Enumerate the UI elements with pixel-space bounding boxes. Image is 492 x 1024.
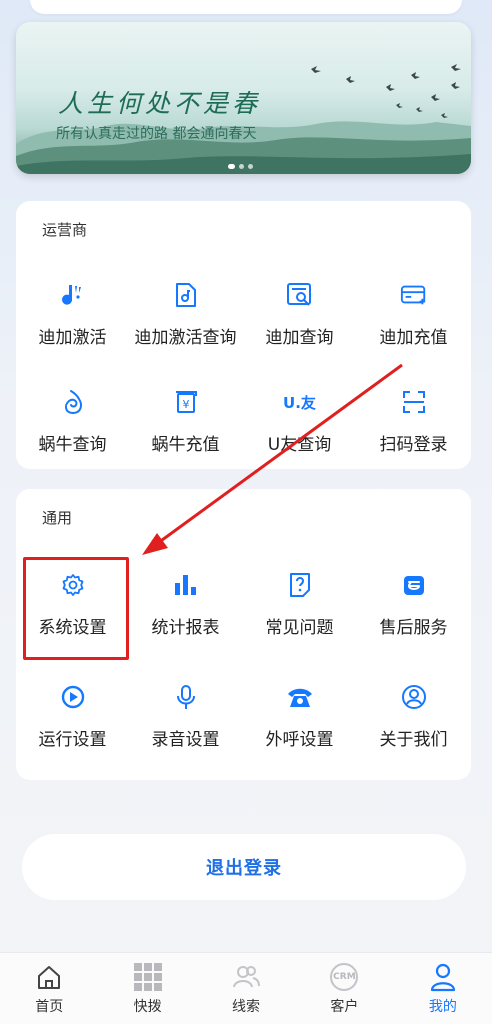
- search-doc-icon: [286, 281, 314, 309]
- grid-item-activation-query[interactable]: 迪加激活查询: [129, 281, 242, 348]
- card-recharge-icon: [400, 281, 428, 309]
- grid-label: 售后服务: [379, 618, 448, 638]
- grid-label: 迪加激活查询: [134, 328, 237, 348]
- grid-item-snail-query[interactable]: 蜗牛查询: [16, 388, 129, 455]
- tab-label: 快拨: [133, 999, 162, 1015]
- grid-label: 关于我们: [379, 730, 448, 750]
- carousel-dot: [239, 164, 244, 169]
- banner-carousel[interactable]: 人生何处不是春 所有认真走过的路 都会通向春天: [16, 22, 471, 174]
- dijia-activate-icon: [59, 281, 87, 309]
- bottom-tab-bar: 首页 快拨 线索 CRM 客户 我的: [0, 952, 492, 1024]
- play-circle-icon: [59, 683, 87, 711]
- banner-subtitle: 所有认真走过的路 都会通向春天: [56, 126, 257, 142]
- tab-mine[interactable]: 我的: [394, 953, 492, 1024]
- tab-label: 首页: [35, 999, 64, 1015]
- grid-item-dijia-activate[interactable]: 迪加激活: [16, 281, 129, 348]
- tab-home[interactable]: 首页: [0, 953, 98, 1024]
- uyou-logo-text: U.友: [283, 393, 316, 412]
- tab-customers[interactable]: CRM 客户: [295, 953, 393, 1024]
- grid-item-scan-login[interactable]: 扫码登录: [357, 388, 470, 455]
- grid-label: 迪加激活: [38, 328, 107, 348]
- scan-icon: [400, 388, 428, 416]
- grid-label: 外呼设置: [265, 730, 334, 750]
- highlight-annotation-box: [23, 557, 129, 660]
- grid-label: 统计报表: [151, 618, 220, 638]
- grid-item-statistics[interactable]: 统计报表: [129, 571, 242, 638]
- grid-item-dijia-recharge[interactable]: 迪加充值: [357, 281, 470, 348]
- grid-item-after-sales[interactable]: 售后服务: [357, 571, 470, 638]
- svg-text:¥: ¥: [182, 398, 189, 411]
- crm-label: CRM: [333, 972, 356, 982]
- grid-label: 运行设置: [38, 730, 107, 750]
- section-title-general: 通用: [42, 509, 73, 527]
- grid-item-record-settings[interactable]: 录音设置: [129, 683, 242, 750]
- grid-label: 迪加查询: [265, 328, 334, 348]
- tab-label: 线索: [232, 999, 261, 1015]
- tab-label: 客户: [330, 999, 359, 1015]
- operator-card: 运营商 迪加激活 迪加激活查询 迪加查询 迪加充值 蜗牛查询 ¥ 蜗牛充值 U.…: [16, 201, 471, 469]
- grid-item-faq[interactable]: 常见问题: [243, 571, 356, 638]
- uyou-logo-icon: U.友: [275, 388, 325, 416]
- dialpad-grid-icon: [132, 961, 164, 993]
- grid-item-about-us[interactable]: 关于我们: [357, 683, 470, 750]
- grid-item-outbound-settings[interactable]: 外呼设置: [243, 683, 356, 750]
- grid-label: 扫码登录: [379, 435, 448, 455]
- snail-icon: [59, 388, 87, 416]
- tab-label: 我的: [428, 999, 457, 1015]
- grid-label: 蜗牛查询: [38, 435, 107, 455]
- grid-item-snail-recharge[interactable]: ¥ 蜗牛充值: [129, 388, 242, 455]
- tab-leads[interactable]: 线索: [197, 953, 295, 1024]
- grid-label: 录音设置: [151, 730, 220, 750]
- carousel-dot: [248, 164, 253, 169]
- question-doc-icon: [286, 571, 314, 599]
- carousel-indicator: [228, 164, 253, 169]
- grid-label: 蜗牛充值: [151, 435, 220, 455]
- grid-label: 常见问题: [265, 618, 334, 638]
- activation-query-icon: [172, 281, 200, 309]
- logout-button[interactable]: 退出登录: [22, 834, 466, 900]
- grid-item-run-settings[interactable]: 运行设置: [16, 683, 129, 750]
- telephone-icon: [286, 683, 314, 711]
- grid-item-dijia-query[interactable]: 迪加查询: [243, 281, 356, 348]
- grid-label: 迪加充值: [379, 328, 448, 348]
- birds-illustration: [311, 64, 461, 118]
- previous-card-edge: [30, 0, 462, 14]
- bar-chart-icon: [172, 571, 200, 599]
- section-title-operator: 运营商: [42, 221, 88, 239]
- microphone-icon: [172, 683, 200, 711]
- service-icon: [400, 571, 428, 599]
- banner-title: 人生何处不是春: [58, 89, 262, 118]
- users-icon: [230, 961, 262, 993]
- carousel-dot-active: [228, 164, 235, 169]
- tab-quick-dial[interactable]: 快拨: [98, 953, 196, 1024]
- yuan-recharge-icon: ¥: [172, 388, 200, 416]
- grid-item-uyou-query[interactable]: U.友 U友查询: [243, 388, 356, 456]
- crm-icon: CRM: [328, 961, 360, 993]
- user-circle-icon: [400, 683, 428, 711]
- person-icon: [427, 961, 459, 993]
- home-icon: [33, 961, 65, 993]
- grid-label: U友查询: [267, 435, 332, 455]
